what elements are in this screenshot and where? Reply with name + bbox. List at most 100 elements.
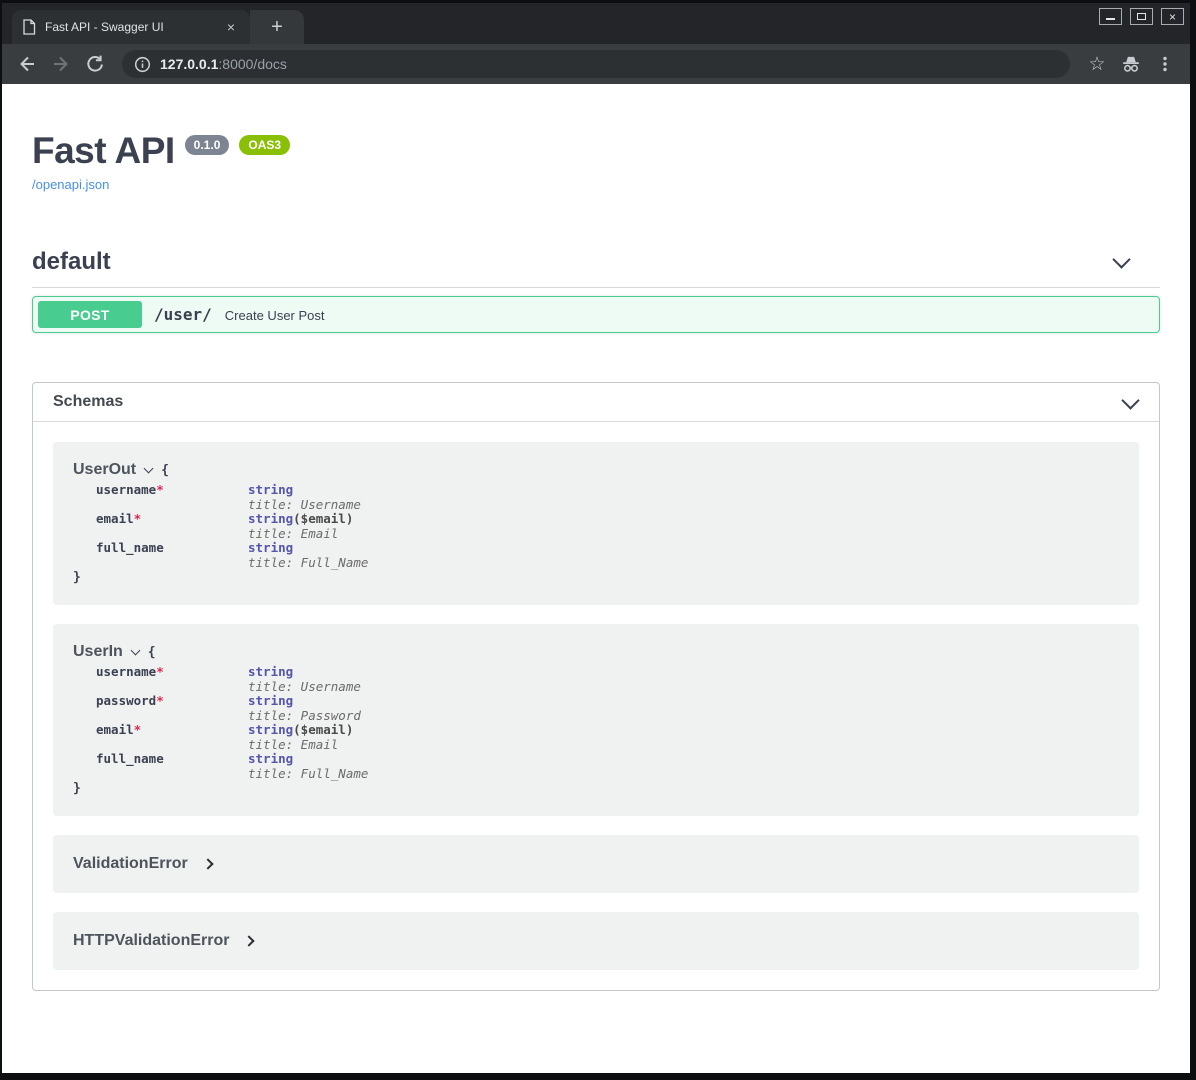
model-chevron-right-icon [244,935,255,946]
model-properties: username* string title: Username passwor… [96,665,1119,781]
schemas-section: Schemas UserOut { username* [32,382,1160,991]
close-brace: } [73,781,1119,796]
property-row: username* string title: Username [96,483,1119,512]
new-tab-zone: + [250,10,304,44]
model-name: HTTPValidationError [73,932,229,950]
incognito-icon [1120,53,1142,75]
model-userout-toggle[interactable]: UserOut { [73,461,1119,479]
property-row: email* string($email) title: Email [96,723,1119,752]
property-name: email [96,722,134,737]
model-name: UserIn [73,643,123,661]
collapse-schemas-chevron-icon[interactable] [1121,391,1139,409]
property-type: string [248,482,293,497]
incognito-avatar[interactable] [1116,49,1146,79]
maximize-button[interactable] [1130,8,1153,25]
model-chevron-down-icon [130,645,140,655]
property-format: ($email) [293,511,353,526]
property-type: string [248,540,293,555]
property-name: full_name [96,751,164,766]
required-star: * [134,722,142,737]
model-userin: UserIn { username* string title: Usernam… [53,624,1139,816]
operation-path: /user/ [154,305,212,324]
back-button[interactable] [12,49,42,79]
forward-button[interactable] [46,49,76,79]
tab-title: Fast API - Swagger UI [45,20,222,34]
swagger-page: Fast API 0.1.0 OAS3 /openapi.json defaul… [2,84,1190,1073]
operation-summary: Create User Post [225,308,325,323]
oas3-badge: OAS3 [239,135,290,155]
model-userin-toggle[interactable]: UserIn { [73,643,1119,661]
browser-menu-button[interactable] [1150,49,1180,79]
required-star: * [156,664,164,679]
property-title: title: Email [248,527,353,542]
minimize-button[interactable] [1099,8,1122,25]
minimize-icon [1106,18,1115,20]
tab-close-icon[interactable]: × [222,18,240,36]
open-brace: { [161,463,169,478]
collapse-tag-chevron-icon[interactable] [1112,250,1130,268]
model-userout: UserOut { username* string title: Userna… [53,442,1139,605]
property-name: full_name [96,540,164,555]
property-title: title: Password [248,709,361,724]
titlebar: Fast API - Swagger UI × + × [2,3,1190,44]
url-path: :8000/docs [218,56,287,72]
property-type: string [248,664,293,679]
schemas-header[interactable]: Schemas [33,383,1159,422]
api-info-section: Fast API 0.1.0 OAS3 /openapi.json [32,132,1160,194]
close-icon: × [1169,11,1176,23]
site-info-icon [134,56,151,73]
reload-icon [85,54,105,74]
opblock-post-user[interactable]: POST /user/ Create User Post [32,296,1160,333]
tag-name: default [32,249,111,275]
bookmark-button[interactable]: ☆ [1082,49,1112,79]
api-title: Fast API [32,132,175,170]
method-badge: POST [38,301,142,328]
model-chevron-down-icon [144,463,154,473]
property-title: title: Full_Name [248,767,368,782]
property-title: title: Full_Name [248,556,368,571]
bookmark-star-icon: ☆ [1088,55,1105,74]
browser-tab[interactable]: Fast API - Swagger UI × [12,10,250,44]
model-chevron-right-icon [202,858,213,869]
property-type: string [248,751,293,766]
kebab-menu-icon [1156,55,1174,73]
schemas-title: Schemas [53,393,123,411]
window-controls: × [1099,8,1184,25]
browser-window: Fast API - Swagger UI × + × [2,3,1190,1073]
property-row: full_name string title: Full_Name [96,752,1119,781]
new-tab-button[interactable]: + [271,17,283,37]
property-name: username [96,664,156,679]
close-button[interactable]: × [1161,8,1184,25]
reload-button[interactable] [80,49,110,79]
browser-toolbar: 127.0.0.1:8000/docs ☆ [2,44,1190,84]
model-name: UserOut [73,461,136,479]
model-validationerror[interactable]: ValidationError [53,835,1139,893]
property-type: string [248,511,293,526]
property-name: password [96,693,156,708]
forward-arrow-icon [51,54,71,74]
property-type: string [248,722,293,737]
model-name: ValidationError [73,855,188,873]
property-title: title: Username [248,498,361,513]
page-favicon-icon [22,19,36,35]
property-row: username* string title: Username [96,665,1119,694]
required-star: * [134,511,142,526]
property-row: full_name string title: Full_Name [96,541,1119,570]
open-brace: { [148,645,156,660]
url-text: 127.0.0.1:8000/docs [160,56,287,72]
property-row: password* string title: Password [96,694,1119,723]
address-bar[interactable]: 127.0.0.1:8000/docs [122,50,1070,78]
property-row: email* string($email) title: Email [96,512,1119,541]
close-brace: } [73,570,1119,585]
tag-section-header[interactable]: default [32,249,1160,288]
required-star: * [156,693,164,708]
property-title: title: Username [248,680,361,695]
model-properties: username* string title: Username email* … [96,483,1119,570]
model-httpvalidationerror[interactable]: HTTPValidationError [53,912,1139,970]
schemas-body: UserOut { username* string title: Userna… [33,422,1159,990]
property-title: title: Email [248,738,353,753]
url-host: 127.0.0.1 [160,56,218,72]
property-name: email [96,511,134,526]
version-badge: 0.1.0 [185,135,230,155]
openapi-spec-link[interactable]: /openapi.json [32,177,109,192]
